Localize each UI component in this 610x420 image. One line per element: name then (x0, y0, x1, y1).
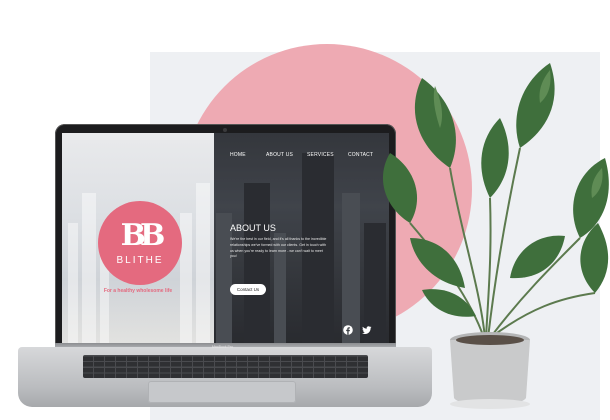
camera-icon (223, 128, 227, 132)
logo-wordmark: BLITHE (116, 254, 164, 266)
about-paragraph: We're the best in our field, and it's al… (230, 237, 327, 259)
laptop-lid: BB BLITHE For a healthy wholesome life H… (55, 124, 396, 348)
nav-home[interactable]: HOME (230, 152, 246, 158)
nav-about-us[interactable]: ABOUT US (266, 152, 293, 158)
twitter-icon[interactable] (362, 325, 372, 335)
nav-contact[interactable]: CONTACT (348, 152, 373, 158)
logo-mark: BB (120, 217, 166, 253)
about-heading: ABOUT US (230, 223, 276, 233)
contact-us-button[interactable]: Contact Us (230, 284, 266, 295)
laptop-trackpad (148, 381, 296, 403)
tagline: For a healthy wholesome life (103, 288, 173, 294)
laptop-keyboard (83, 355, 368, 378)
device-brand-label: MacBook Pro (212, 345, 234, 349)
left-pane: BB BLITHE For a healthy wholesome life (62, 133, 214, 343)
facebook-icon[interactable] (343, 325, 353, 335)
nav-services[interactable]: SERVICES (307, 152, 334, 158)
potted-plant-illustration (382, 63, 609, 409)
brand-logo[interactable]: BB BLITHE (98, 201, 182, 285)
laptop-screen: BB BLITHE For a healthy wholesome life H… (62, 133, 389, 343)
